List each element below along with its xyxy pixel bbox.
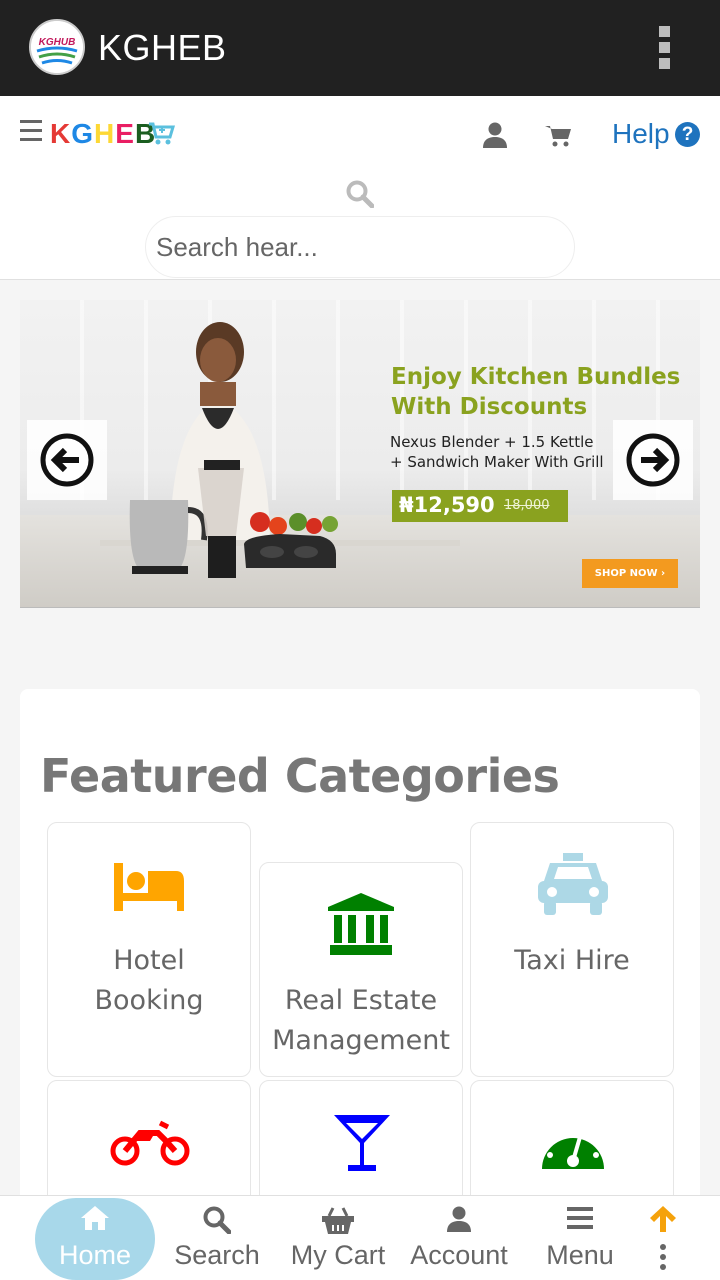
- nav-label: My Cart: [290, 1240, 386, 1270]
- svg-text:KGHUB: KGHUB: [39, 37, 76, 48]
- search-icon: [203, 1206, 231, 1234]
- kghub-logo-icon: KGHUB: [29, 19, 85, 75]
- cart-icon[interactable]: [545, 124, 573, 153]
- app-bar: KGHUB KGHEB: [0, 0, 720, 96]
- nav-label: Search: [174, 1240, 260, 1270]
- banner-desc-line2: + Sandwich Maker With Grill: [390, 453, 604, 471]
- search-input[interactable]: [145, 216, 575, 278]
- nav-home[interactable]: Home: [35, 1196, 155, 1280]
- category-label: Booking: [94, 985, 204, 1016]
- more-vertical-icon[interactable]: [656, 26, 672, 70]
- nav-account[interactable]: Account: [399, 1196, 519, 1280]
- bank-icon: [328, 893, 394, 955]
- banner-headline-line2: With Discounts: [391, 394, 588, 420]
- brand-logo[interactable]: KGHEB: [50, 118, 156, 150]
- cocktail-icon: [334, 1115, 390, 1171]
- menu-icon: [567, 1207, 593, 1229]
- scroll-top-button[interactable]: [646, 1204, 680, 1274]
- nav-label: Account: [410, 1240, 508, 1270]
- help-icon[interactable]: ?: [675, 122, 700, 147]
- shop-now-button[interactable]: SHOP NOW ›: [582, 559, 678, 588]
- home-icon: [81, 1206, 109, 1230]
- banner-desc-line1: Nexus Blender + 1.5 Kettle: [390, 433, 594, 451]
- nav-search[interactable]: Search: [157, 1196, 277, 1280]
- taxi-icon: [538, 853, 608, 915]
- dashboard-icon: [542, 1129, 604, 1169]
- category-label: Hotel: [113, 945, 185, 976]
- arrow-left-circle-icon: [40, 433, 94, 487]
- category-label: Taxi Hire: [514, 945, 630, 976]
- basket-icon: [322, 1207, 354, 1234]
- user-icon[interactable]: [483, 122, 507, 153]
- user-icon: [447, 1206, 471, 1232]
- promo-banner[interactable]: Enjoy Kitchen Bundles With Discounts Nex…: [20, 300, 700, 608]
- category-label: Management: [272, 1025, 450, 1056]
- carousel-prev-button[interactable]: [27, 420, 107, 500]
- featured-title: Featured Categories: [40, 749, 560, 803]
- featured-categories-section: Featured Categories Hotel Booking Real E…: [20, 689, 700, 1249]
- hamburger-menu-icon[interactable]: [20, 120, 42, 142]
- nav-label: Menu: [546, 1240, 614, 1270]
- category-card-real-estate[interactable]: Real Estate Management: [259, 862, 463, 1077]
- arrow-up-icon: [650, 1206, 676, 1232]
- search-icon[interactable]: [346, 180, 375, 213]
- category-card-hotel-booking[interactable]: Hotel Booking: [47, 822, 251, 1077]
- price-tag: ₦12,590 18,000: [392, 490, 568, 522]
- nav-menu[interactable]: Menu: [520, 1196, 640, 1280]
- arrow-right-circle-icon: [626, 433, 680, 487]
- help-link[interactable]: Help: [612, 118, 670, 150]
- bed-icon: [114, 863, 184, 911]
- banner-headline-line1: Enjoy Kitchen Bundles: [391, 364, 681, 390]
- site-header: KGHEB Help ?: [0, 96, 720, 280]
- banner-old-price: 18,000: [504, 498, 550, 513]
- nav-my-cart[interactable]: My Cart: [278, 1196, 398, 1280]
- more-vertical-icon: [660, 1244, 666, 1270]
- bottom-navigation: Home Search My Cart Account Menu: [0, 1195, 720, 1280]
- category-label: Real Estate: [284, 985, 438, 1016]
- category-card-taxi-hire[interactable]: Taxi Hire: [470, 822, 674, 1077]
- brand-cart-icon: [148, 122, 176, 151]
- banner-price: ₦12,590: [399, 493, 495, 517]
- nav-label: Home: [58, 1240, 132, 1270]
- app-title: KGHEB: [98, 27, 227, 68]
- motorcycle-icon: [110, 1120, 190, 1166]
- carousel-next-button[interactable]: [613, 420, 693, 500]
